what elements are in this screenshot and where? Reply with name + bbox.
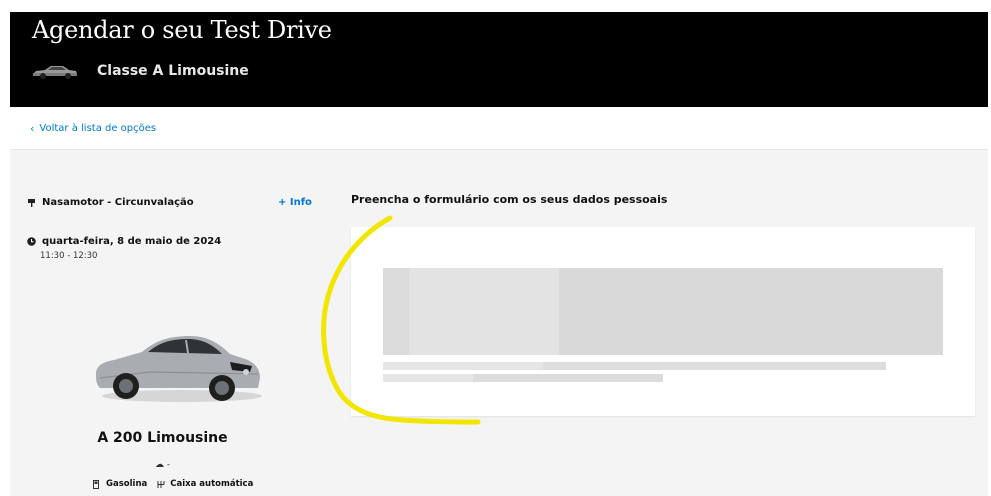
back-to-options-link[interactable]: ‹ Voltar à lista de opções bbox=[30, 122, 156, 135]
fuel-pump-icon bbox=[93, 479, 99, 489]
form-loading-placeholder bbox=[383, 268, 943, 355]
model-name: Classe A Limousine bbox=[97, 63, 249, 79]
engine-line: ☁ - bbox=[10, 460, 315, 470]
breadcrumb-bar: ‹ Voltar à lista de opções bbox=[10, 107, 988, 150]
booking-summary: Nasamotor - Circunvalação + Info quarta-… bbox=[10, 150, 315, 496]
page-title: Agendar o seu Test Drive bbox=[32, 16, 332, 44]
dealer-pin-icon bbox=[28, 199, 35, 207]
car-model-name: A 200 Limousine bbox=[97, 430, 228, 446]
appointment-date: quarta-feira, 8 de maio de 2024 bbox=[42, 236, 222, 247]
car-image bbox=[96, 336, 262, 402]
form-title: Preencha o formulário com os seus dados … bbox=[351, 193, 668, 206]
model-selection: Classe A Limousine bbox=[31, 62, 249, 80]
form-loading-line bbox=[383, 374, 663, 382]
transmission-type: Caixa automática bbox=[170, 479, 254, 489]
car-thumbnail-icon bbox=[33, 66, 77, 79]
dealer-row: Nasamotor - Circunvalação bbox=[27, 197, 194, 208]
engine-value: - bbox=[166, 460, 171, 470]
clock-icon bbox=[27, 237, 36, 246]
vehicle-specs: Gasolina Caixa automática bbox=[93, 479, 253, 489]
gearbox-icon bbox=[157, 480, 165, 488]
dealer-info-link[interactable]: + Info bbox=[278, 197, 312, 208]
personal-data-form bbox=[351, 227, 975, 416]
chevron-left-icon: ‹ bbox=[30, 122, 35, 135]
engine-icon: ☁ bbox=[154, 460, 164, 470]
page-header: Agendar o seu Test Drive Classe A Limous… bbox=[10, 12, 988, 107]
date-row: quarta-feira, 8 de maio de 2024 bbox=[27, 236, 221, 247]
main-content: Nasamotor - Circunvalação + Info quarta-… bbox=[10, 150, 988, 496]
form-loading-line bbox=[383, 362, 886, 370]
dealer-name: Nasamotor - Circunvalação bbox=[42, 197, 194, 208]
appointment-time: 11:30 - 12:30 bbox=[40, 251, 98, 261]
fuel-type: Gasolina bbox=[106, 479, 148, 489]
back-link-label: Voltar à lista de opções bbox=[39, 123, 157, 134]
